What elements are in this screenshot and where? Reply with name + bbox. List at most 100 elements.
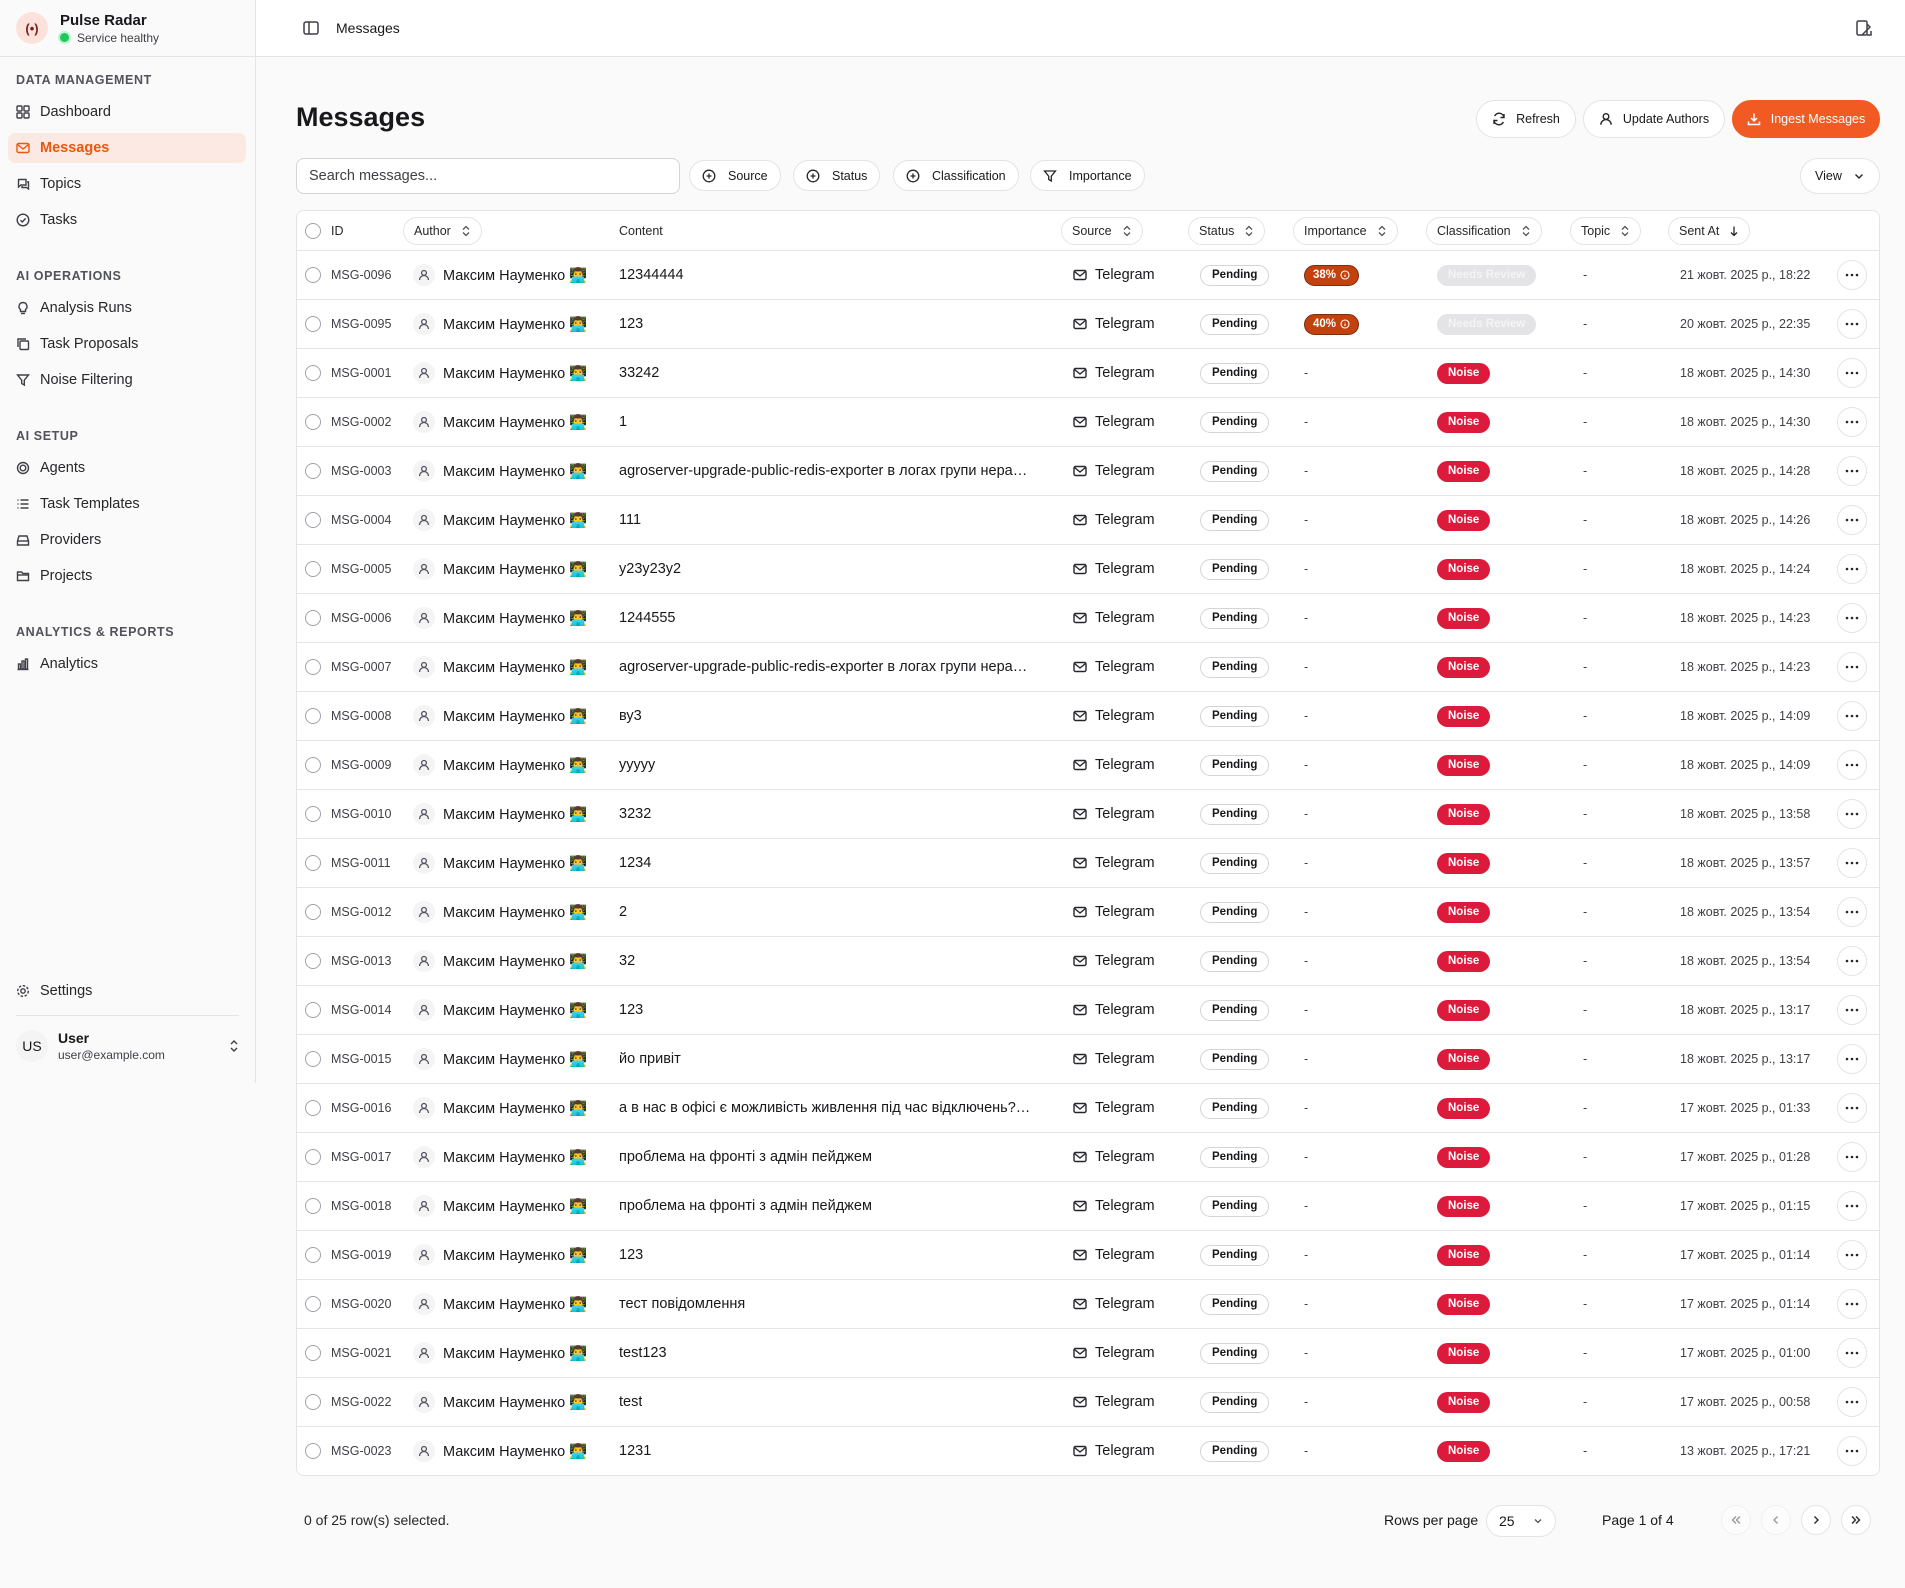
row-actions-button[interactable] xyxy=(1837,652,1867,682)
row-checkbox[interactable] xyxy=(305,1280,321,1328)
row-checkbox[interactable] xyxy=(305,398,321,446)
row-checkbox[interactable] xyxy=(305,1378,321,1426)
table-row[interactable]: MSG-0022 Максим Науменко 👨‍💻 test Telegram P… xyxy=(297,1378,1879,1427)
brand[interactable]: (•) Pulse Radar Service healthy xyxy=(16,10,236,46)
table-row[interactable]: MSG-0001 Максим Науменко 👨‍💻 33242 Telegram… xyxy=(297,349,1879,398)
table-row[interactable]: MSG-0003 Максим Науменко 👨‍💻 agroserver-up… xyxy=(297,447,1879,496)
next-page-button[interactable] xyxy=(1801,1505,1831,1535)
table-row[interactable]: MSG-0095 Максим Науменко 👨‍💻 123 Telegram Pe… xyxy=(297,300,1879,349)
table-row[interactable]: MSG-0004 Максим Науменко 👨‍💻 111 Telegram Pe… xyxy=(297,496,1879,545)
row-checkbox[interactable] xyxy=(305,1329,321,1377)
column-author[interactable]: Author xyxy=(403,217,482,245)
row-checkbox[interactable] xyxy=(305,790,321,838)
table-row[interactable]: MSG-0007 Максим Науменко 👨‍💻 agroserver-up… xyxy=(297,643,1879,692)
row-actions-button[interactable] xyxy=(1837,848,1867,878)
row-actions-button[interactable] xyxy=(1837,603,1867,633)
row-actions-button[interactable] xyxy=(1837,1240,1867,1270)
table-row[interactable]: MSG-0008 Максим Науменко 👨‍💻 ву3 Telegram Pe… xyxy=(297,692,1879,741)
row-checkbox[interactable] xyxy=(305,1182,321,1230)
row-actions-button[interactable] xyxy=(1837,260,1867,290)
sidebar-item-settings[interactable]: Settings xyxy=(8,976,246,1006)
row-actions-button[interactable] xyxy=(1837,554,1867,584)
row-checkbox[interactable] xyxy=(305,1084,321,1132)
rows-per-page-select[interactable]: 25 xyxy=(1486,1505,1556,1537)
filter-status[interactable]: Status xyxy=(793,160,881,191)
table-row[interactable]: MSG-0002 Максим Науменко 👨‍💻 1 Telegram Pend… xyxy=(297,398,1879,447)
table-row[interactable]: MSG-0020 Максим Науменко 👨‍💻 тест повідомл… xyxy=(297,1280,1879,1329)
row-checkbox[interactable] xyxy=(305,692,321,740)
table-row[interactable]: MSG-0016 Максим Науменко 👨‍💻 а в нас в офі… xyxy=(297,1084,1879,1133)
column-importance[interactable]: Importance xyxy=(1293,217,1398,245)
table-row[interactable]: MSG-0014 Максим Науменко 👨‍💻 123 Telegram Pe… xyxy=(297,986,1879,1035)
column-sent-at[interactable]: Sent At xyxy=(1668,217,1751,245)
search-input[interactable] xyxy=(296,158,680,194)
row-checkbox[interactable] xyxy=(305,545,321,593)
sidebar-item-noise-filtering[interactable]: Noise Filtering xyxy=(8,365,246,395)
select-all-checkbox[interactable] xyxy=(305,217,321,245)
row-checkbox[interactable] xyxy=(305,594,321,642)
sidebar-item-task-templates[interactable]: Task Templates xyxy=(8,489,246,519)
importance-badge[interactable]: 40% xyxy=(1304,313,1360,335)
theme-toggle-button[interactable] xyxy=(1854,18,1874,38)
row-checkbox[interactable] xyxy=(305,986,321,1034)
table-row[interactable]: MSG-0011 Максим Науменко 👨‍💻 1234 Telegram P… xyxy=(297,839,1879,888)
row-checkbox[interactable] xyxy=(305,1427,321,1475)
column-topic[interactable]: Topic xyxy=(1570,217,1642,245)
row-actions-button[interactable] xyxy=(1837,505,1867,535)
row-actions-button[interactable] xyxy=(1837,1191,1867,1221)
row-actions-button[interactable] xyxy=(1837,1436,1867,1466)
table-row[interactable]: MSG-0018 Максим Науменко 👨‍💻 проблема на ф… xyxy=(297,1182,1879,1231)
first-page-button[interactable] xyxy=(1721,1505,1751,1535)
importance-badge[interactable]: 38% xyxy=(1304,264,1360,286)
filter-source[interactable]: Source xyxy=(689,160,781,191)
row-actions-button[interactable] xyxy=(1837,358,1867,388)
row-checkbox[interactable] xyxy=(305,888,321,936)
table-row[interactable]: MSG-0006 Максим Науменко 👨‍💻 1244555 Telegr… xyxy=(297,594,1879,643)
last-page-button[interactable] xyxy=(1841,1505,1871,1535)
row-actions-button[interactable] xyxy=(1837,799,1867,829)
column-source[interactable]: Source xyxy=(1061,217,1143,245)
table-row[interactable]: MSG-0019 Максим Науменко 👨‍💻 123 Telegram Pe… xyxy=(297,1231,1879,1280)
table-row[interactable]: MSG-0023 Максим Науменко 👨‍💻 1231 Telegram P… xyxy=(297,1427,1879,1475)
row-actions-button[interactable] xyxy=(1837,750,1867,780)
previous-page-button[interactable] xyxy=(1761,1505,1791,1535)
sidebar-item-agents[interactable]: Agents xyxy=(8,453,246,483)
sidebar-item-providers[interactable]: Providers xyxy=(8,525,246,555)
row-checkbox[interactable] xyxy=(305,251,321,299)
row-checkbox[interactable] xyxy=(305,741,321,789)
row-checkbox[interactable] xyxy=(305,1133,321,1181)
row-actions-button[interactable] xyxy=(1837,1093,1867,1123)
row-actions-button[interactable] xyxy=(1837,1044,1867,1074)
row-checkbox[interactable] xyxy=(305,937,321,985)
row-actions-button[interactable] xyxy=(1837,1142,1867,1172)
refresh-button[interactable]: Refresh xyxy=(1476,100,1576,138)
sidebar-item-topics[interactable]: Topics xyxy=(8,169,246,199)
sidebar-item-tasks[interactable]: Tasks xyxy=(8,205,246,235)
sidebar-item-messages[interactable]: Messages xyxy=(8,133,246,163)
row-checkbox[interactable] xyxy=(305,1231,321,1279)
row-actions-button[interactable] xyxy=(1837,897,1867,927)
row-actions-button[interactable] xyxy=(1837,407,1867,437)
view-options-button[interactable]: View xyxy=(1800,158,1880,194)
row-actions-button[interactable] xyxy=(1837,995,1867,1025)
table-row[interactable]: MSG-0010 Максим Науменко 👨‍💻 3232 Telegram P… xyxy=(297,790,1879,839)
column-classification[interactable]: Classification xyxy=(1426,217,1542,245)
ingest-messages-button[interactable]: Ingest Messages xyxy=(1732,100,1880,138)
column-status[interactable]: Status xyxy=(1188,217,1266,245)
table-row[interactable]: MSG-0017 Максим Науменко 👨‍💻 проблема на ф… xyxy=(297,1133,1879,1182)
sidebar-item-projects[interactable]: Projects xyxy=(8,561,246,591)
table-row[interactable]: MSG-0013 Максим Науменко 👨‍💻 32 Telegram Pen… xyxy=(297,937,1879,986)
update-authors-button[interactable]: Update Authors xyxy=(1583,100,1725,138)
row-checkbox[interactable] xyxy=(305,839,321,887)
row-actions-button[interactable] xyxy=(1837,1338,1867,1368)
sidebar-toggle-button[interactable] xyxy=(302,19,320,37)
user-menu[interactable]: US User user@example.com xyxy=(16,1030,240,1062)
row-checkbox[interactable] xyxy=(305,447,321,495)
row-checkbox[interactable] xyxy=(305,1035,321,1083)
table-row[interactable]: MSG-0005 Максим Науменко 👨‍💻 y23y23y2 Teleg… xyxy=(297,545,1879,594)
row-actions-button[interactable] xyxy=(1837,456,1867,486)
row-actions-button[interactable] xyxy=(1837,1289,1867,1319)
row-checkbox[interactable] xyxy=(305,300,321,348)
filter-importance[interactable]: Importance xyxy=(1030,160,1145,191)
sidebar-item-analysis-runs[interactable]: Analysis Runs xyxy=(8,293,246,323)
